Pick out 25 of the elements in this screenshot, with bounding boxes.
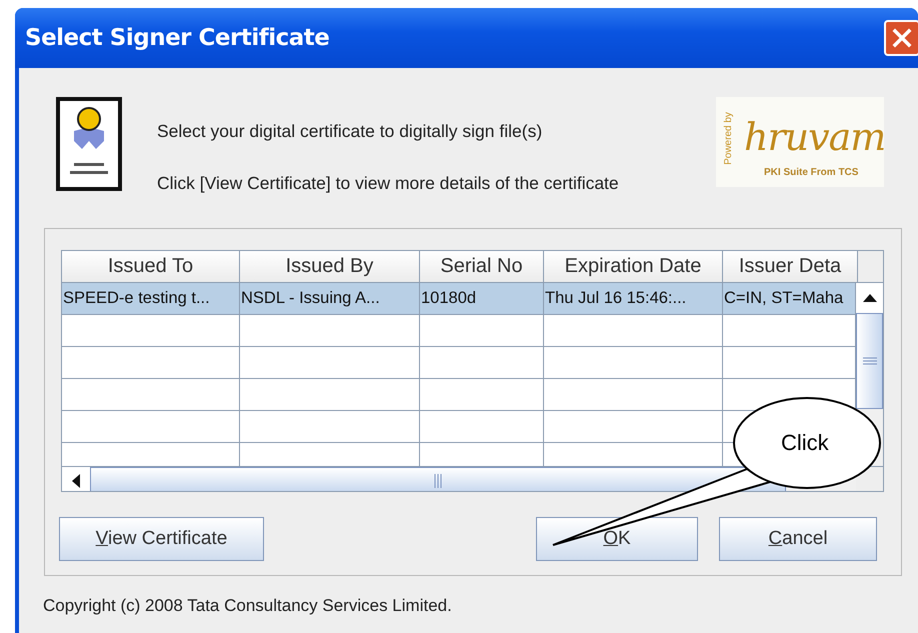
certificate-icon [56, 97, 122, 191]
button[interactable]: View Certificate [59, 517, 264, 561]
close-button[interactable] [884, 20, 918, 56]
window-title: Select Signer Certificate [25, 25, 330, 51]
callout-text: Click [781, 429, 829, 457]
close-icon[interactable] [891, 27, 913, 49]
scroll-left-icon[interactable] [72, 474, 80, 488]
table-cell: 10180d [420, 283, 544, 314]
scroll-up-icon[interactable] [862, 294, 877, 302]
copyright-text: Copyright (c) 2008 Tata Consultancy Services Limited. [43, 596, 453, 616]
button[interactable]: Cancel [719, 517, 877, 561]
column-header[interactable]: Issuer Deta [723, 251, 858, 282]
column-header[interactable]: Issued By [240, 251, 420, 282]
column-header[interactable]: Issued To [62, 251, 240, 282]
table-cell: Thu Jul 16 15:46:... [544, 283, 723, 314]
table-cell: SPEED-e testing t... [62, 283, 240, 314]
table-cell: NSDL - Issuing A... [240, 283, 420, 314]
table-row[interactable]: SPEED-e testing t... NSDL - Issuing A... 10180d Thu Jul 16 15:46:... C=IN, ST=Maha [62, 283, 856, 315]
button[interactable]: OK [536, 517, 698, 561]
scroll-thumb[interactable] [856, 313, 883, 409]
column-header[interactable]: Expiration Date [544, 251, 723, 282]
instruction-text: Click [View Certificate] to view more details of the certificate [157, 173, 620, 195]
logo: Powered by hruvam PKI Suite From TCS [716, 97, 884, 187]
column-header[interactable]: Serial No [420, 251, 544, 282]
instruction-text: Select your digital certificate to digitally sign file(s) [157, 121, 544, 143]
